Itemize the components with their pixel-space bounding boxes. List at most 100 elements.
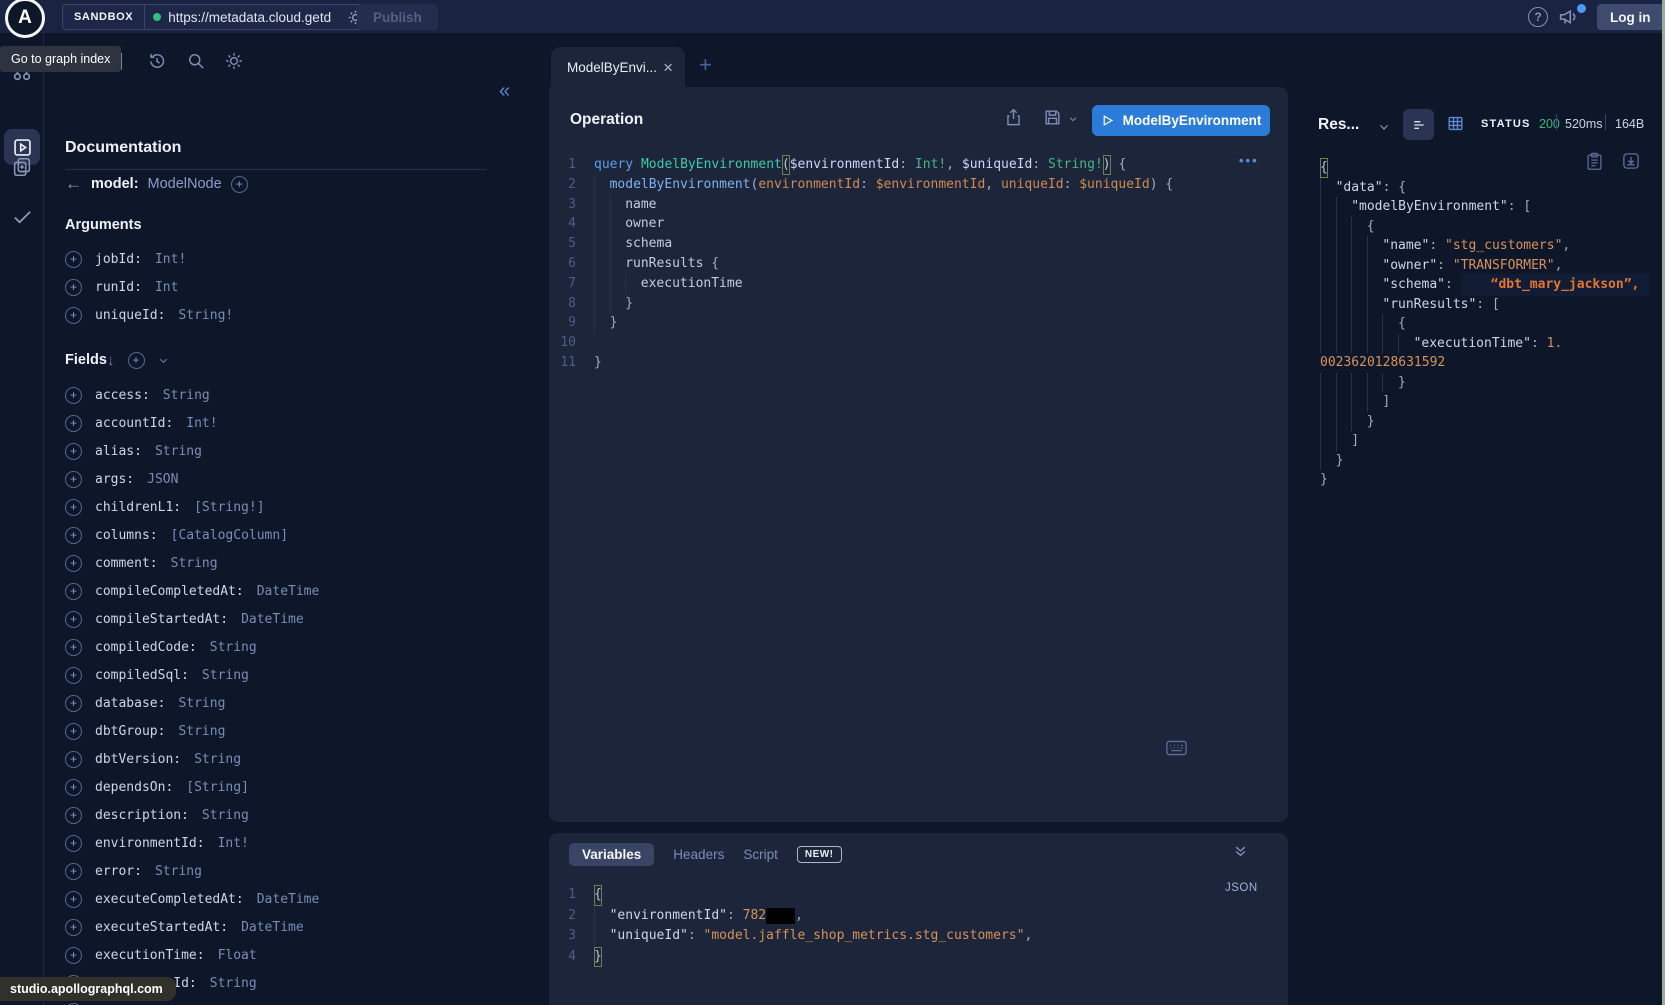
announcements-megaphone-icon[interactable] [1558, 6, 1579, 27]
field-type[interactable]: [CatalogColumn] [171, 528, 288, 543]
add-field-icon[interactable] [65, 863, 82, 880]
field-row[interactable]: jobId: Int! [65, 245, 507, 273]
add-field-icon[interactable] [65, 891, 82, 908]
field-type[interactable]: JSON [147, 472, 178, 487]
add-field-icon[interactable] [65, 947, 82, 964]
field-type[interactable]: String [178, 696, 225, 711]
field-type[interactable]: String! [178, 308, 233, 323]
run-operation-button[interactable]: ModelByEnvironment [1092, 105, 1270, 136]
add-field-icon[interactable] [65, 639, 82, 656]
settings-gear-icon[interactable] [224, 51, 244, 71]
add-field-icon[interactable] [65, 251, 82, 268]
field-row[interactable]: database: String [65, 689, 507, 717]
tab-variables[interactable]: Variables [569, 843, 654, 866]
field-type[interactable]: String [171, 556, 218, 571]
response-json-viewer[interactable]: {"data": {"modelByEnvironment": [{"name"… [1320, 158, 1658, 490]
field-row[interactable]: uniqueId: String! [65, 301, 507, 329]
field-type[interactable]: DateTime [241, 920, 304, 935]
field-row[interactable]: args: JSON [65, 465, 507, 493]
field-type[interactable]: String [178, 724, 225, 739]
field-row[interactable]: compiledSql: String [65, 661, 507, 689]
field-row[interactable]: compileStartedAt: DateTime [65, 605, 507, 633]
field-type[interactable]: String [155, 444, 202, 459]
field-row[interactable]: access: String [65, 381, 507, 409]
type-name-label[interactable]: ModelNode [148, 176, 222, 192]
add-field-icon[interactable] [65, 471, 82, 488]
add-field-icon[interactable] [65, 307, 82, 324]
save-chevron-down-icon[interactable] [1068, 114, 1078, 124]
field-type[interactable]: [String] [186, 780, 249, 795]
help-icon[interactable]: ? [1528, 7, 1548, 27]
field-row[interactable]: executionTime: Float [65, 941, 507, 969]
field-type[interactable]: Int! [186, 416, 217, 431]
field-row[interactable]: compiledCode: String [65, 633, 507, 661]
add-field-icon[interactable] [65, 723, 82, 740]
field-type[interactable]: String [202, 808, 249, 823]
save-operation-icon[interactable] [1043, 108, 1062, 127]
field-row[interactable]: runId: Int [65, 273, 507, 301]
new-tab-icon[interactable]: + [699, 52, 712, 78]
login-button[interactable]: Log in [1597, 4, 1664, 30]
field-row[interactable]: alias: String [65, 437, 507, 465]
collapse-sidebar-icon[interactable]: « [499, 80, 510, 103]
collapse-variables-icon[interactable] [1233, 844, 1248, 859]
field-type[interactable]: [String!] [194, 500, 264, 515]
checklist-tab-icon[interactable] [0, 205, 44, 228]
field-row[interactable]: comment: String [65, 549, 507, 577]
field-type[interactable]: String [210, 640, 257, 655]
fields-chevron-down-icon[interactable] [158, 355, 169, 366]
field-row[interactable]: accountId: Int! [65, 409, 507, 437]
close-tab-icon[interactable]: × [663, 58, 673, 78]
operation-editor[interactable]: 1query ModelByEnvironment($environmentId… [549, 155, 1288, 373]
add-field-icon[interactable] [65, 387, 82, 404]
field-row[interactable]: error: String [65, 857, 507, 885]
search-icon[interactable] [186, 51, 206, 71]
add-field-icon[interactable] [65, 667, 82, 684]
schema-tab-icon[interactable] [0, 156, 44, 178]
field-type[interactable]: String [210, 976, 257, 991]
response-tree-view-toggle[interactable] [1403, 109, 1434, 140]
back-arrow-icon[interactable]: ← [65, 174, 82, 194]
field-type[interactable]: DateTime [257, 584, 320, 599]
endpoint-url-input[interactable]: https://metadata.cloud.getd [168, 10, 340, 25]
field-type[interactable]: DateTime [241, 612, 304, 627]
share-operation-icon[interactable] [1004, 108, 1023, 127]
add-field-icon[interactable] [65, 835, 82, 852]
field-row[interactable]: executeCompletedAt: DateTime [65, 885, 507, 913]
field-row[interactable]: executeStartedAt: DateTime [65, 913, 507, 941]
response-chevron-down-icon[interactable] [1378, 121, 1390, 133]
add-field-icon[interactable] [65, 555, 82, 572]
field-type[interactable]: Int! [155, 252, 186, 267]
add-field-icon[interactable] [65, 807, 82, 824]
field-type[interactable]: DateTime [257, 892, 320, 907]
field-row[interactable]: environmentId: Int! [65, 829, 507, 857]
add-type-icon[interactable] [231, 176, 248, 193]
field-row[interactable]: childrenL1: [String!] [65, 493, 507, 521]
field-row[interactable]: dbtVersion: String [65, 745, 507, 773]
add-field-icon[interactable] [65, 695, 82, 712]
sort-fields-icon[interactable]: ↓ [107, 352, 115, 369]
field-type[interactable]: String [163, 388, 210, 403]
field-type[interactable]: Int! [218, 836, 249, 851]
add-field-icon[interactable] [65, 415, 82, 432]
response-table-view-toggle[interactable] [1446, 114, 1465, 133]
field-type[interactable]: Int [155, 280, 178, 295]
field-row[interactable]: compileCompletedAt: DateTime [65, 577, 507, 605]
add-field-icon[interactable] [65, 751, 82, 768]
field-row[interactable]: dbtGroup: String [65, 717, 507, 745]
field-type[interactable]: String [202, 668, 249, 683]
field-row[interactable]: columns: [CatalogColumn] [65, 521, 507, 549]
field-type[interactable]: String [155, 864, 202, 879]
add-field-icon[interactable] [65, 527, 82, 544]
add-field-icon[interactable] [65, 919, 82, 936]
field-type[interactable]: Float [218, 948, 257, 963]
history-icon[interactable] [147, 51, 167, 71]
add-field-icon[interactable] [65, 443, 82, 460]
add-field-icon[interactable] [65, 499, 82, 516]
add-field-icon[interactable] [65, 583, 82, 600]
operation-tab[interactable]: ModelByEnvi... × [551, 47, 685, 88]
tab-headers[interactable]: Headers [673, 847, 724, 862]
response-title[interactable]: Res... [1318, 116, 1359, 134]
field-type[interactable]: String [194, 752, 241, 767]
add-all-fields-icon[interactable] [128, 352, 145, 369]
